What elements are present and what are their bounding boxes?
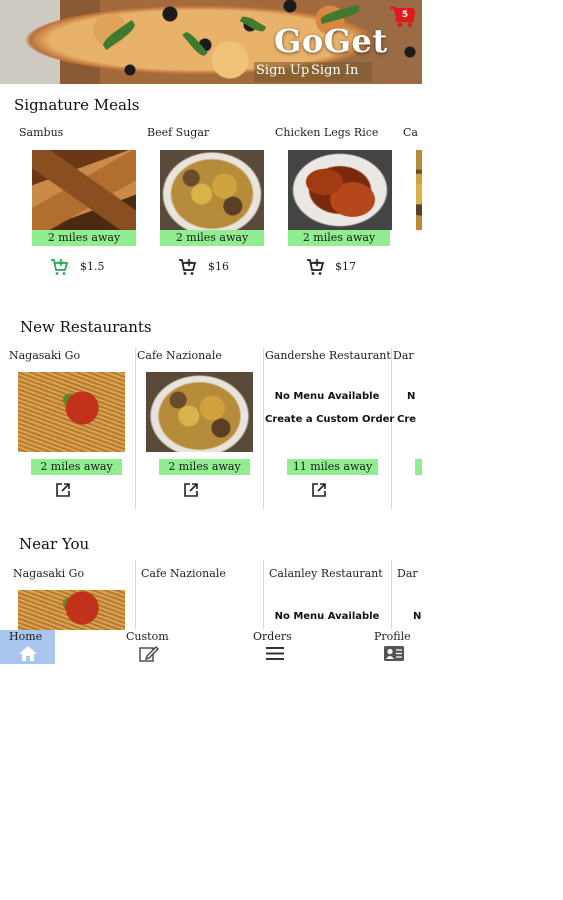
nav-home-label[interactable]: Home (9, 630, 42, 643)
restaurant-name[interactable]: Gandershe Restaurant (265, 349, 391, 362)
app-screen: 5 GoGet Sign Up Sign In Signature Meals … (0, 0, 422, 664)
card-divider (263, 348, 264, 510)
distance-badge: 2 miles away (31, 459, 122, 475)
new-restaurants-title: New Restaurants (20, 318, 152, 336)
meal-name[interactable]: Ca (403, 126, 418, 139)
meal-price: $17 (335, 260, 356, 273)
restaurant-name[interactable]: Dar (397, 567, 418, 580)
restaurant-name[interactable]: Cafe Nazionale (137, 349, 222, 362)
meal-image-beef-sugar[interactable] (160, 150, 264, 230)
signature-meals-title: Signature Meals (14, 96, 140, 114)
restaurant-image-nagasaki-go[interactable] (18, 590, 125, 630)
custom-order-link[interactable]: Cre (397, 414, 416, 425)
restaurant-name[interactable]: Dar (393, 349, 414, 362)
near-you-title: Near You (19, 535, 90, 553)
sign-in-link[interactable]: Sign In (311, 63, 358, 78)
restaurant-name[interactable]: Calanley Restaurant (269, 567, 383, 580)
add-to-cart-icon[interactable] (50, 258, 68, 276)
card-divider (391, 560, 392, 630)
edit-icon[interactable] (139, 645, 159, 662)
profile-card-icon[interactable] (383, 645, 405, 662)
distance-badge-partial (415, 459, 422, 475)
no-menu-label: No Menu Available (274, 391, 380, 402)
no-menu-label: N (407, 391, 416, 402)
card-divider (135, 560, 136, 630)
open-external-icon[interactable] (55, 482, 71, 498)
open-external-icon[interactable] (311, 482, 327, 498)
restaurant-image-nagasaki-go[interactable] (18, 372, 125, 452)
no-menu-label: N (413, 611, 422, 622)
meal-name[interactable]: Chicken Legs Rice (275, 126, 378, 139)
app-logo: GoGet (274, 22, 388, 60)
menu-list-icon[interactable] (265, 645, 285, 662)
restaurant-name[interactable]: Nagasaki Go (13, 567, 84, 580)
meal-image-sambus[interactable] (32, 150, 136, 230)
nav-profile-label[interactable]: Profile (374, 630, 411, 643)
card-divider (391, 348, 392, 510)
card-divider (135, 348, 136, 510)
meal-price: $16 (208, 260, 229, 273)
distance-badge: 2 miles away (32, 230, 136, 246)
cart-count-badge: 5 (396, 8, 414, 22)
restaurant-name[interactable]: Cafe Nazionale (141, 567, 226, 580)
no-menu-label: No Menu Available (274, 611, 380, 622)
custom-order-link[interactable]: Create a Custom Order (265, 414, 394, 425)
distance-badge: 2 miles away (160, 230, 264, 246)
meal-name[interactable]: Sambus (19, 126, 63, 139)
restaurant-image-cafe-nazionale[interactable] (146, 372, 253, 452)
distance-badge: 11 miles away (287, 459, 378, 475)
nav-orders-label[interactable]: Orders (253, 630, 292, 643)
meal-image-partial[interactable] (416, 150, 422, 230)
meal-image-chicken-legs-rice[interactable] (288, 150, 392, 230)
add-to-cart-icon[interactable] (178, 258, 196, 276)
sign-up-link[interactable]: Sign Up (256, 63, 309, 78)
restaurant-name[interactable]: Nagasaki Go (9, 349, 80, 362)
distance-badge: 2 miles away (159, 459, 250, 475)
add-to-cart-icon[interactable] (306, 258, 324, 276)
bottom-nav (0, 630, 422, 664)
home-icon[interactable] (18, 645, 38, 662)
nav-custom-label[interactable]: Custom (126, 630, 169, 643)
card-divider (263, 560, 264, 630)
meal-price: $1.5 (80, 260, 105, 273)
meal-name[interactable]: Beef Sugar (147, 126, 209, 139)
distance-badge: 2 miles away (288, 230, 390, 246)
open-external-icon[interactable] (183, 482, 199, 498)
